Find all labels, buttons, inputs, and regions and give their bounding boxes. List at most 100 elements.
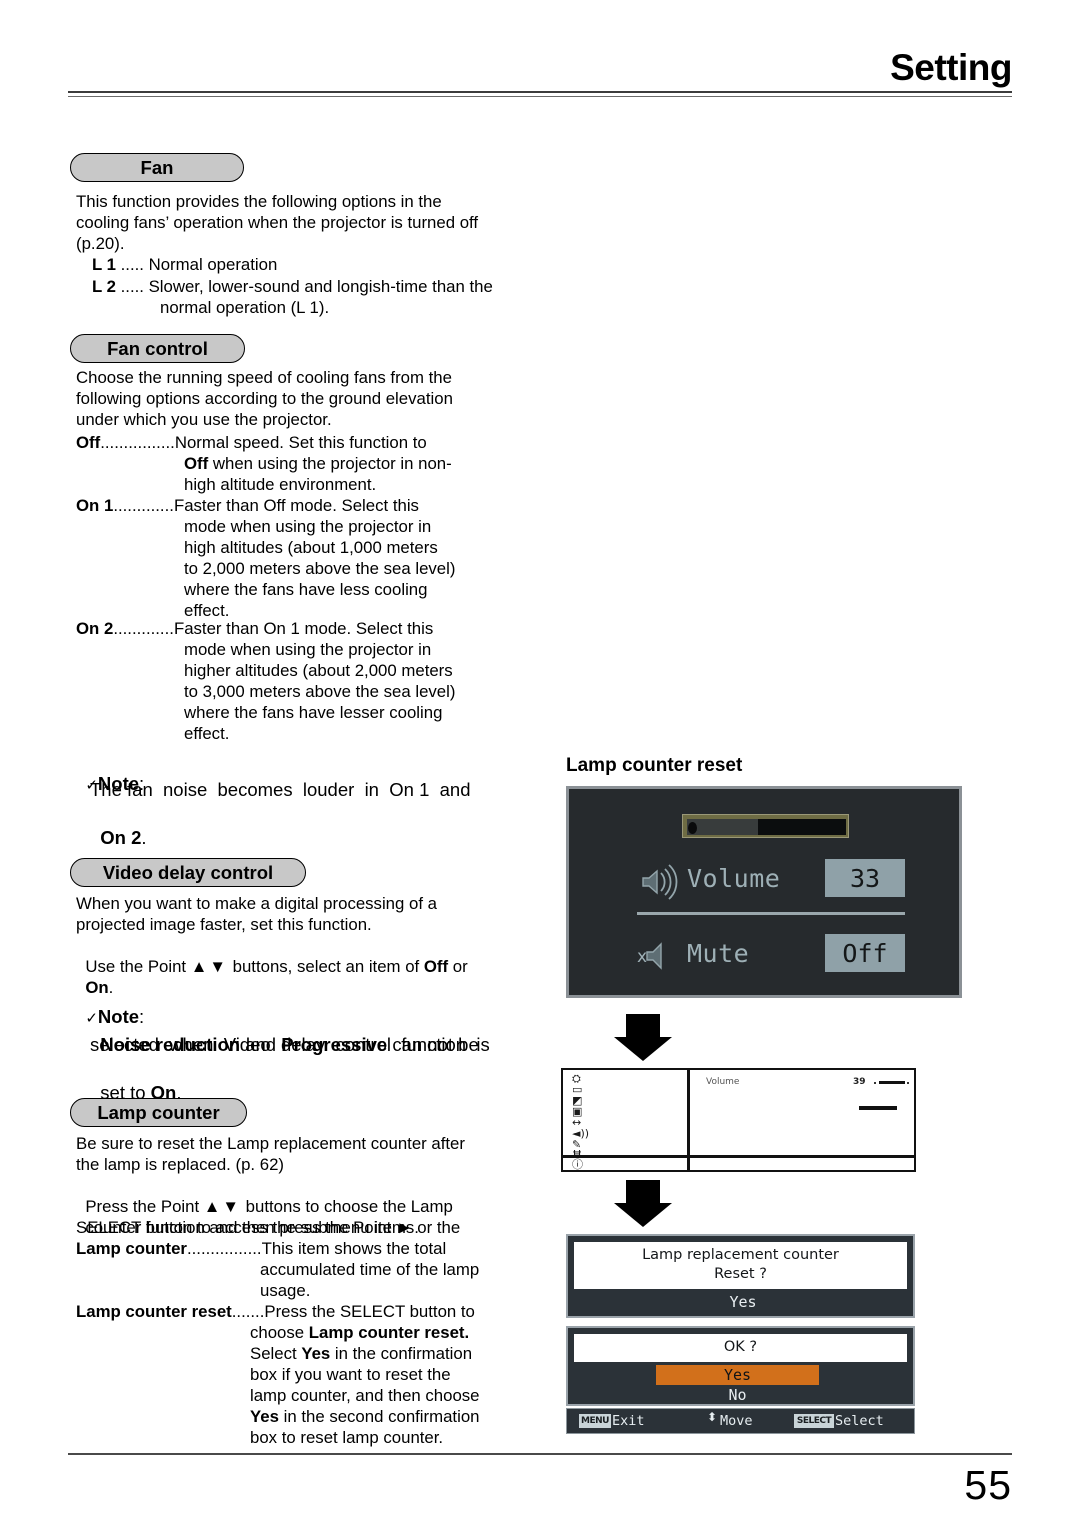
- video-delay-line3-b: buttons, select an item of: [227, 956, 424, 976]
- page-header: Setting: [68, 46, 1012, 102]
- osd-row-volume[interactable]: Volume 33: [569, 855, 959, 909]
- video-delay-line2: projected image faster, set this functio…: [76, 915, 372, 934]
- video-delay-line1: When you want to make a digital processi…: [76, 894, 437, 913]
- note-fan-line2-bold: On 2: [100, 827, 142, 848]
- fan-control-off-line1: Off when using the projector in non-: [184, 454, 544, 475]
- updown-arrow-icon: ⬍: [707, 1410, 718, 1424]
- fan-control-off-term: Off: [76, 433, 101, 452]
- osd-menu-volume-label: Volume: [706, 1077, 740, 1087]
- note-fan-line2-rest: .: [141, 827, 147, 848]
- footer-select-label: Select: [835, 1413, 884, 1429]
- video-delay-line3-off: Off: [423, 956, 449, 976]
- osd-slider-track: [687, 819, 846, 835]
- fan-control-on2-line2: higher altitudes (about 2,000 meters: [184, 661, 453, 680]
- fan-control-on1-line0: Faster than Off mode. Select this: [173, 496, 419, 515]
- lamp-counter-def1-dots: ................: [186, 1239, 262, 1258]
- dialog2-option-no[interactable]: No: [656, 1385, 819, 1405]
- fan-intro-text: This function provides the following opt…: [76, 192, 479, 253]
- lamp-counter-def2-dots: .......: [231, 1302, 265, 1321]
- def2-l5-b: in the second confirmation: [278, 1407, 480, 1426]
- arrow-down-icon-1: [614, 1014, 672, 1061]
- menu-key-icon: MENU: [579, 1414, 611, 1428]
- point-updown-icon: ▲▼: [190, 956, 228, 976]
- fan-control-on2-line1: mode when using the projector in: [184, 640, 432, 659]
- speaker-waves-icon: [635, 859, 679, 903]
- lamp-counter-def1-line2: usage.: [260, 1281, 311, 1300]
- osd-volume-value[interactable]: 33: [825, 859, 905, 897]
- osd-menu-volume-value: 39: [853, 1077, 866, 1087]
- arrow-down-icon-2: [614, 1180, 672, 1227]
- lamp-counter-p2-line3: SELECT button to access the submenu item…: [76, 1218, 419, 1237]
- osd-menu-slider-bar-1: [879, 1081, 905, 1084]
- osd-menu-screenshot: ⛭ ▭ ◩ ▣ ↔ ◄)) ✎ Ħ ⓘ Volume 39: [561, 1068, 916, 1172]
- section-heading-fan-control: Fan control: [70, 334, 245, 363]
- note-fan-line2: On 2.: [90, 802, 147, 850]
- lamp-counter-def1-line0: This item shows the total: [261, 1239, 447, 1258]
- svg-text:x: x: [637, 947, 647, 967]
- osd-footer-bar: MENU Exit ⬍ Move SELECT Select: [566, 1408, 915, 1434]
- def2-l2-a: Select: [250, 1344, 302, 1363]
- note-video-line2: selected when Video delay control functi…: [90, 1034, 490, 1055]
- osd-menu-dot-2: [907, 1082, 909, 1084]
- osd-divider: [637, 912, 905, 915]
- menu-icon-information: ⓘ: [572, 1158, 583, 1171]
- osd-row-mute[interactable]: x Mute Off: [569, 930, 959, 984]
- fan-control-on1-dots: .............: [113, 496, 174, 515]
- lamp-counter-def1-row: Lamp counter................This item sh…: [76, 1239, 536, 1260]
- header-rule-thick: [68, 91, 1012, 93]
- dialog1-option-yes[interactable]: Yes: [638, 1292, 848, 1312]
- header-rule-thin: [68, 96, 1012, 97]
- dialog2-option-yes[interactable]: Yes: [656, 1365, 819, 1385]
- osd-menu-slider-bar-2: [859, 1106, 897, 1110]
- fan-control-off-dots: ................: [100, 433, 175, 452]
- lamp-counter-p2-d: or the: [412, 1217, 461, 1237]
- fan-control-on1-line2: high altitudes (about 1,000 meters: [184, 538, 438, 557]
- fan-item-l2: L 2 ..... Slower, lower-sound and longis…: [92, 277, 542, 298]
- fan-control-off-bold: Off: [184, 454, 209, 473]
- fan-item-l2-term: L 2: [92, 277, 116, 296]
- footer-rule: [68, 1453, 1012, 1455]
- fan-control-off-line1-rest: when using the projector in non-: [208, 454, 452, 473]
- osd-slider-fill: [687, 819, 758, 835]
- def2-l1-a: choose: [250, 1323, 309, 1342]
- footer-move-label: Move: [720, 1413, 753, 1429]
- section-heading-lamp-counter: Lamp counter: [70, 1098, 247, 1127]
- fan-control-on2-dots: .............: [113, 619, 174, 638]
- osd-mute-value[interactable]: Off: [825, 934, 905, 972]
- dialog2-line1: OK ?: [723, 1339, 758, 1355]
- fan-control-on1-term: On 1: [76, 496, 114, 515]
- osd-volume-slider[interactable]: [682, 814, 849, 838]
- dialog-ok-confirm: OK ? Yes No: [566, 1326, 915, 1406]
- fan-control-intro-text: Choose the running speed of cooling fans…: [76, 368, 453, 429]
- page-title: Setting: [890, 47, 1012, 88]
- def2-l5-a: Yes: [250, 1407, 279, 1426]
- lamp-counter-reset-title: Lamp counter reset: [566, 755, 743, 776]
- osd-mute-label: Mute: [687, 939, 750, 968]
- fan-item-l1-dots: .....: [115, 255, 149, 274]
- osd-volume-label: Volume: [687, 864, 781, 893]
- dialog1-line2: Reset ?: [714, 1266, 767, 1282]
- lamp-counter-def2-line5: Yes in the second confirmation: [250, 1407, 480, 1428]
- fan-control-on2-line0: Faster than On 1 mode. Select this: [173, 619, 434, 638]
- section-heading-fan: Fan: [70, 153, 244, 182]
- lamp-counter-def2-row: Lamp counter reset.......Press the SELEC…: [76, 1302, 546, 1323]
- fan-control-off-row: Off................Normal speed. Set thi…: [76, 433, 536, 454]
- fan-item-l1-desc: Normal operation: [148, 255, 278, 274]
- video-delay-line3: Use the Point ▲▼ buttons, select an item…: [76, 936, 467, 978]
- osd-menu-bottom-rule: [563, 1155, 914, 1158]
- footer-exit-label: Exit: [612, 1413, 645, 1429]
- fan-item-l2-cont: normal operation (L 1).: [160, 298, 550, 319]
- fan-item-l2-desc: Slower, lower-sound and longish-time tha…: [148, 277, 493, 296]
- fan-control-on1-row: On 1.............Faster than Off mode. S…: [76, 496, 536, 517]
- osd-slider-knob[interactable]: [688, 822, 697, 834]
- dialog-lamp-replacement-counter: Lamp replacement counter Reset ? Yes: [566, 1234, 915, 1318]
- lamp-counter-def2-line6: box to reset lamp counter.: [250, 1428, 444, 1447]
- lamp-counter-def2-line3: box if you want to reset the: [250, 1365, 451, 1384]
- lamp-counter-def2-line4: lamp counter, and then choose: [250, 1386, 480, 1405]
- lamp-counter-def2-line2: Select Yes in the confirmation: [250, 1344, 472, 1365]
- osd-menu-dot-1: [874, 1082, 876, 1084]
- fan-item-l1: L 1 ..... Normal operation: [92, 255, 532, 276]
- fan-control-on2-line4: where the fans have lesser cooling: [184, 703, 443, 722]
- fan-control-off-line2: high altitude environment.: [184, 475, 377, 494]
- fan-control-on2-line3: to 3,000 meters above the sea level): [184, 682, 456, 701]
